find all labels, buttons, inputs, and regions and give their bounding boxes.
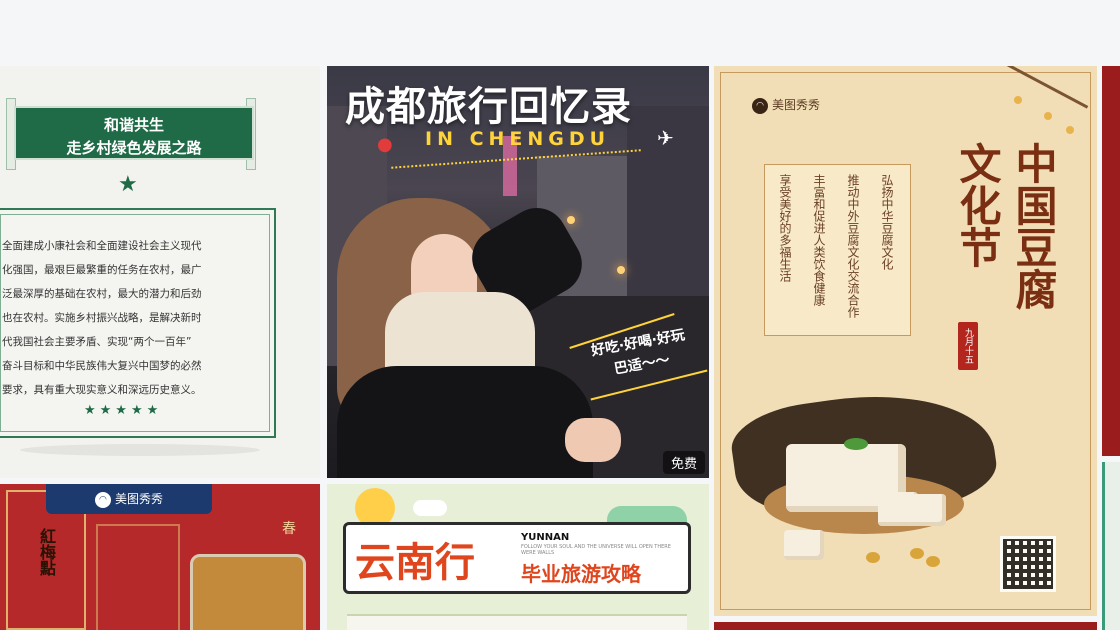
lattice-decoration xyxy=(96,524,180,630)
body-line: 全面建成小康社会和全面建设社会主义现代 xyxy=(2,240,202,252)
location-pin-icon: ● xyxy=(377,134,393,155)
meitu-logo-icon: ◠ xyxy=(94,491,111,508)
airplane-icon: ✈ xyxy=(657,126,674,150)
rural-banner: 和谐共生 走乡村绿色发展之路 xyxy=(14,106,254,160)
slogan-column: 享受美好的多福生活 xyxy=(778,174,792,282)
soybean xyxy=(910,548,924,559)
festival-title-sub: 文化节 xyxy=(953,142,1002,268)
template-card-yunnan[interactable]: 云南行 YUNNAN FOLLOW YOUR SOUL AND THE UNIV… xyxy=(327,484,709,630)
plum-corner-char: 春 xyxy=(282,521,296,537)
street-light xyxy=(617,266,625,274)
yunnan-en: YUNNAN xyxy=(521,532,570,543)
partial-card-below-tofu[interactable] xyxy=(714,622,1097,630)
slogan-column: 推动中外豆腐文化交流合作 xyxy=(846,174,860,318)
tofu-cube xyxy=(784,530,824,560)
person-hand xyxy=(565,418,621,462)
herb-leaf xyxy=(844,438,868,450)
star-icon: ★ xyxy=(118,172,138,197)
body-line: 也在农村。实施乡村振兴战略，是解决新时 xyxy=(2,312,202,324)
cloud-icon xyxy=(413,500,447,516)
body-line: 化强国，最艰巨最繁重的任务在农村，最广 xyxy=(2,264,202,276)
meitu-logo-icon: ◠ xyxy=(752,97,768,114)
soybean xyxy=(926,556,940,567)
slogan-column: 弘扬中华豆腐文化 xyxy=(880,174,894,270)
blossom xyxy=(1044,112,1052,120)
plum-vertical-text: 紅梅點 xyxy=(37,528,56,576)
content-strip xyxy=(347,614,687,630)
brand-name: 美图秀秀 xyxy=(114,492,163,506)
template-card-tofu-festival[interactable]: ◠ 美图秀秀 弘扬中华豆腐文化 推动中外豆腐文化交流合作 丰富和促进人类饮食健康 … xyxy=(714,66,1097,616)
person-coat xyxy=(337,366,593,478)
rural-body-text: 全面建成小康社会和全面建设社会主义现代 化强国，最艰巨最繁重的任务在农村，最广 … xyxy=(2,234,256,402)
body-line: 代我国社会主要矛盾、实现“两个一百年” xyxy=(2,336,192,348)
qr-code-icon xyxy=(1000,536,1056,592)
tofu-cube xyxy=(910,494,946,526)
soybean xyxy=(866,552,880,563)
yunnan-title: 云南行 xyxy=(355,540,475,586)
partial-card-right-bottom[interactable] xyxy=(1102,462,1120,630)
banner-line2: 走乡村绿色发展之路 xyxy=(66,139,202,157)
partial-card-right-top[interactable] xyxy=(1102,66,1120,456)
banner-line1: 和谐共生 xyxy=(103,116,164,134)
star-rating-icon: ★★★★★ xyxy=(84,403,163,418)
brand-logo: ◠ 美图秀秀 xyxy=(752,96,820,114)
chengdu-title: 成都旅行回忆录 xyxy=(345,84,632,130)
brand-tab: ◠ 美图秀秀 xyxy=(46,484,212,514)
chengdu-subtitle: IN CHENGDU xyxy=(425,128,611,150)
brand-name: 美图秀秀 xyxy=(772,98,821,112)
body-line: 泛最深厚的基础在农村，最大的潜力和后劲 xyxy=(2,288,202,300)
yunnan-tagline: FOLLOW YOUR SOUL AND THE UNIVERSE WILL O… xyxy=(521,544,671,556)
blossom xyxy=(1014,96,1022,104)
body-line: 要求，具有重大现实意义和深远历史意义。 xyxy=(2,384,202,396)
body-line: 奋斗目标和中华民族伟大复兴中国梦的必然 xyxy=(2,360,202,372)
template-card-red-plum[interactable]: 紅梅點 ◠ 美图秀秀 春 xyxy=(0,484,320,630)
date-seal: 九月十五 xyxy=(958,322,978,370)
frame-shadow xyxy=(20,444,260,456)
slogan-column: 丰富和促进人类饮食健康 xyxy=(812,174,826,306)
glass-jar xyxy=(190,554,306,630)
yunnan-subtitle: 毕业旅游攻略 xyxy=(521,562,641,586)
festival-title-main: 中国豆腐 xyxy=(1009,142,1058,310)
template-card-rural-green[interactable]: 和谐共生 走乡村绿色发展之路 ★ 全面建成小康社会和全面建设社会主义现代 化强国… xyxy=(0,66,320,478)
template-card-chengdu[interactable]: 成都旅行回忆录 ● IN CHENGDU ✈ 好吃·好喝·好玩 巴适～～ 免费 xyxy=(327,66,709,478)
text-frame: 全面建成小康社会和全面建设社会主义现代 化强国，最艰巨最繁重的任务在农村，最广 … xyxy=(0,208,276,438)
street-light xyxy=(567,216,575,224)
top-bar xyxy=(0,0,1120,64)
blossom xyxy=(1066,126,1074,134)
free-badge: 免费 xyxy=(662,451,705,474)
